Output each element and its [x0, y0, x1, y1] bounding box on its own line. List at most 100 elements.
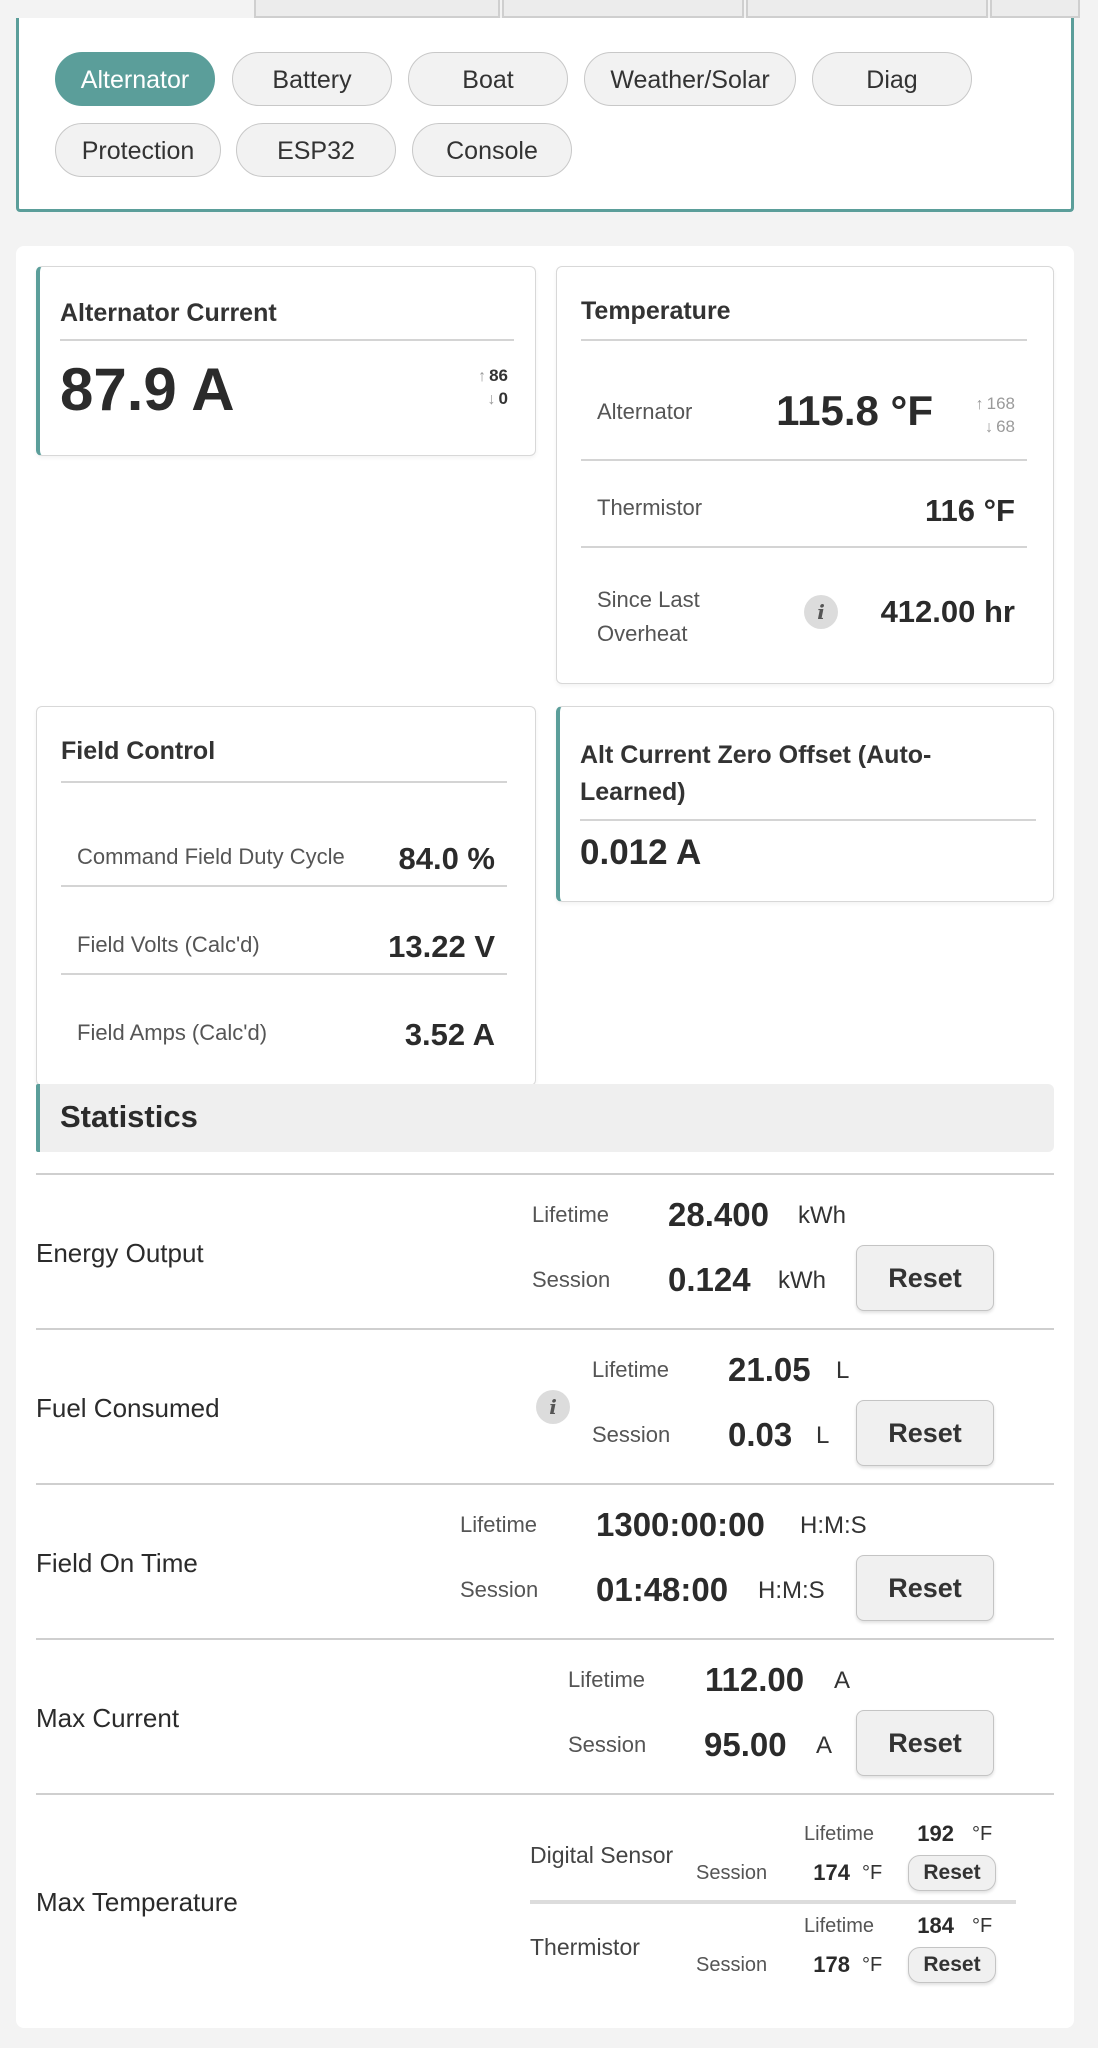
- divider: [581, 459, 1027, 461]
- pill-battery[interactable]: Battery: [232, 52, 392, 106]
- pill-protection[interactable]: Protection: [55, 123, 221, 177]
- thermistor-lifetime-value: 184: [917, 1913, 954, 1938]
- unit: °F: [862, 1954, 883, 1976]
- energy-reset-button[interactable]: Reset: [856, 1245, 994, 1311]
- main-panel: Alternator Current 87.9 A ↑ 86 ↓ 0 Tempera…: [16, 246, 1074, 2028]
- unit: °F: [862, 1862, 883, 1884]
- divider: [61, 973, 507, 975]
- temp-alternator-min: 68: [996, 417, 1015, 436]
- divider: [36, 1483, 1054, 1485]
- info-icon[interactable]: i: [804, 595, 838, 629]
- pill-diag[interactable]: Diag: [812, 52, 972, 106]
- alt-current-value: 87.9 A: [60, 356, 235, 423]
- lifetime-label: Lifetime: [804, 1823, 875, 1845]
- card-title-line: Alt Current Zero Offset (Auto-: [580, 741, 932, 769]
- statistics-header: Statistics: [36, 1084, 1054, 1152]
- info-icon[interactable]: i: [536, 1390, 570, 1424]
- lifetime-label: Lifetime: [460, 1512, 538, 1537]
- unit: kWh: [798, 1202, 846, 1229]
- minmax: ↑ 168 ↓ 68: [953, 393, 1015, 439]
- card-title: Alternator Current: [60, 299, 277, 327]
- lifetime-label: Lifetime: [592, 1357, 670, 1382]
- divider: [581, 339, 1027, 341]
- fuel-lifetime-value: 21.05: [728, 1351, 811, 1388]
- alt-current-max: 86: [489, 366, 508, 385]
- unit: H:M:S: [800, 1512, 867, 1539]
- divider: [36, 1638, 1054, 1640]
- session-label: Session: [592, 1422, 671, 1447]
- unit: A: [834, 1667, 851, 1694]
- statistics-title: Statistics: [60, 1099, 198, 1134]
- tab-partial[interactable]: [990, 0, 1080, 18]
- pill-boat[interactable]: Boat: [408, 52, 568, 106]
- divider: [36, 1328, 1054, 1330]
- divider: [36, 1173, 1054, 1175]
- unit: °F: [972, 1823, 993, 1845]
- field-volts-label: Field Volts (Calc'd): [77, 932, 260, 957]
- down-arrow-icon: ↓: [487, 391, 496, 408]
- minmax: ↑ 86 ↓ 0: [450, 365, 508, 411]
- field-duty-label: Command Field Duty Cycle: [77, 844, 345, 869]
- field-duty-value: 84.0 %: [398, 841, 495, 876]
- alt-current-card: Alternator Current 87.9 A ↑ 86 ↓ 0: [36, 266, 536, 456]
- zero-offset-value: 0.012 A: [580, 833, 702, 872]
- unit: A: [816, 1732, 833, 1759]
- digital-reset-button[interactable]: Reset: [908, 1855, 996, 1891]
- tab-partial[interactable]: [746, 0, 988, 18]
- divider: [530, 1900, 1016, 1904]
- temp-alternator-value: 115.8 °F: [776, 387, 933, 434]
- field-amps-value: 3.52 A: [404, 1017, 495, 1052]
- thermistor-session-value: 178: [813, 1952, 850, 1977]
- lifetime-label: Lifetime: [804, 1915, 875, 1937]
- temp-alternator-max: 168: [986, 394, 1015, 413]
- pill-esp32[interactable]: ESP32: [236, 123, 396, 177]
- since-overheat-value: 412.00 hr: [880, 594, 1015, 629]
- tab-partial[interactable]: [254, 0, 500, 18]
- since-overheat-label: Since Last Overheat: [597, 583, 700, 651]
- unit: L: [836, 1357, 850, 1384]
- stat-name: Energy Output: [36, 1238, 204, 1268]
- card-title-line: Learned): [580, 778, 686, 806]
- max-current-session-value: 95.00: [704, 1726, 787, 1763]
- tab-partial[interactable]: [502, 0, 744, 18]
- thermistor-reset-button[interactable]: Reset: [908, 1947, 996, 1983]
- up-arrow-icon: ↑: [478, 368, 487, 385]
- session-label: Session: [532, 1267, 611, 1292]
- unit: H:M:S: [758, 1577, 825, 1604]
- max-current-lifetime-value: 112.00: [705, 1661, 805, 1698]
- energy-session-value: 0.124: [668, 1261, 751, 1298]
- field-volts-value: 13.22 V: [388, 929, 495, 964]
- divider: [60, 339, 514, 341]
- fuel-reset-button[interactable]: Reset: [856, 1400, 994, 1466]
- field-control-card: Field Control Command Field Duty Cycle 8…: [36, 706, 536, 1086]
- unit: °F: [972, 1915, 993, 1937]
- stat-name: Field On Time: [36, 1548, 198, 1578]
- temperature-card: Temperature Alternator 115.8 °F ↑ 168 ↓ 68…: [556, 266, 1054, 684]
- pill-console[interactable]: Console: [412, 123, 572, 177]
- session-label: Session: [460, 1577, 539, 1602]
- max-current-reset-button[interactable]: Reset: [856, 1710, 994, 1776]
- field-on-lifetime-value: 1300:00:00: [596, 1506, 765, 1543]
- card-title: Alt Current Zero Offset (Auto- Learned): [580, 737, 931, 811]
- divider: [61, 885, 507, 887]
- zero-offset-card: Alt Current Zero Offset (Auto- Learned) …: [556, 706, 1054, 902]
- pill-alternator[interactable]: Alternator: [55, 52, 215, 106]
- field-on-reset-button[interactable]: Reset: [856, 1555, 994, 1621]
- lifetime-label: Lifetime: [532, 1202, 610, 1227]
- session-label: Session: [696, 1862, 768, 1884]
- pill-weather-solar[interactable]: Weather/Solar: [584, 52, 796, 106]
- field-on-session-value: 01:48:00: [596, 1571, 729, 1608]
- since-overheat-label-line: Since Last: [597, 587, 700, 612]
- stat-name: Max Temperature: [36, 1887, 238, 1917]
- session-label: Session: [568, 1732, 647, 1757]
- divider: [61, 781, 507, 783]
- temp-alternator-label: Alternator: [597, 399, 693, 424]
- divider: [36, 1793, 1054, 1795]
- field-amps-label: Field Amps (Calc'd): [77, 1020, 268, 1045]
- up-arrow-icon: ↑: [975, 396, 984, 413]
- subnav-panel: Alternator Battery Boat Weather/Solar Di…: [16, 18, 1074, 212]
- since-overheat-label-line: Overheat: [597, 621, 688, 646]
- session-label: Session: [696, 1954, 768, 1976]
- stat-name: Max Current: [36, 1703, 180, 1733]
- divider: [580, 819, 1036, 821]
